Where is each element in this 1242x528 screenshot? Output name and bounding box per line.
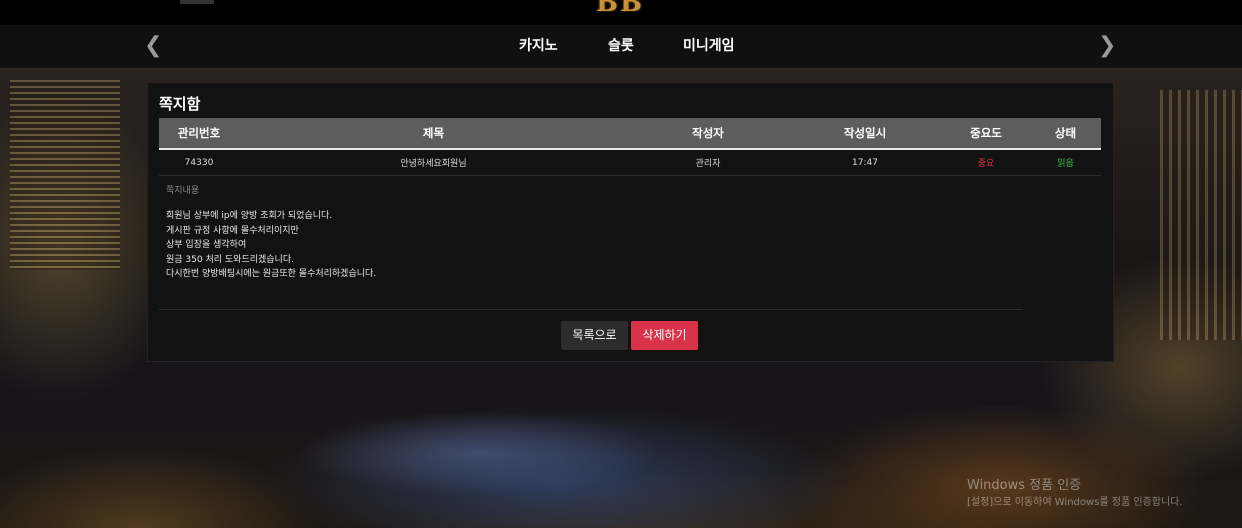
cell-author: 관리자 [628, 149, 788, 176]
cell-id: 74330 [159, 149, 239, 176]
main-nav: ❮ 카지노 슬롯 미니게임 ❯ [0, 25, 1242, 69]
top-header: BB [0, 0, 1242, 25]
message-body: 회원님 상부에 ip에 양방 조회가 되었습니다. 게시판 규정 사항에 몰수처… [166, 209, 376, 282]
message-panel: 쪽지함 관리번호 제목 작성자 작성일시 중요도 상태 74330 안녕하세요회… [147, 82, 1114, 362]
cell-datetime: 17:47 [788, 149, 942, 176]
windows-activation-watermark: Windows 정품 인증 [설정]으로 이동하여 Windows를 정품 인증… [967, 478, 1183, 511]
message-line: 게시판 규정 사항에 몰수처리이지만 [166, 225, 299, 236]
nav-item-slot[interactable]: 슬롯 [608, 37, 634, 55]
watermark-title: Windows 정품 인증 [967, 478, 1082, 493]
nav-item-casino[interactable]: 카지노 [519, 37, 558, 55]
message-table: 관리번호 제목 작성자 작성일시 중요도 상태 74330 안녕하세요회원님 관… [159, 118, 1101, 176]
message-line: 다시한번 양방배팅시에는 원금또한 몰수처리하겠습니다. [166, 269, 377, 279]
message-line: 상부 입장을 생각하여 [166, 240, 247, 250]
nav-item-minigame[interactable]: 미니게임 [683, 37, 735, 55]
column-header-id: 관리번호 [159, 118, 239, 150]
background-building-left [10, 80, 120, 270]
cell-importance: 중요 [942, 149, 1030, 176]
table-header-row: 관리번호 제목 작성자 작성일시 중요도 상태 [159, 118, 1101, 150]
column-header-importance: 중요도 [942, 118, 1030, 150]
message-line: 원금 350 처리 도와드리겠습니다. [166, 254, 294, 265]
column-header-status: 상태 [1030, 118, 1101, 150]
background-building-right [1160, 90, 1242, 340]
back-to-list-button[interactable]: 목록으로 [561, 321, 628, 350]
cell-status: 읽음 [1030, 149, 1101, 176]
table-row[interactable]: 74330 안녕하세요회원님 관리자 17:47 중요 읽음 [159, 149, 1101, 176]
column-header-subject: 제목 [239, 118, 628, 150]
divider [159, 309, 1023, 310]
cell-subject[interactable]: 안녕하세요회원님 [239, 149, 628, 176]
delete-button[interactable]: 삭제하기 [631, 321, 698, 350]
header-icon [180, 0, 214, 4]
chevron-right-icon[interactable]: ❯ [1098, 33, 1116, 59]
message-content-label: 쪽지내용 [166, 186, 200, 196]
page-title: 쪽지함 [159, 95, 201, 113]
message-line: 회원님 상부에 ip에 양방 조회가 되었습니다. [166, 211, 333, 221]
column-header-author: 작성자 [628, 118, 788, 150]
site-logo[interactable]: BB [596, 0, 644, 12]
watermark-subtitle: [설정]으로 이동하여 Windows를 정품 인증합니다. [967, 497, 1183, 508]
column-header-datetime: 작성일시 [788, 118, 942, 150]
chevron-left-icon[interactable]: ❮ [144, 33, 162, 59]
